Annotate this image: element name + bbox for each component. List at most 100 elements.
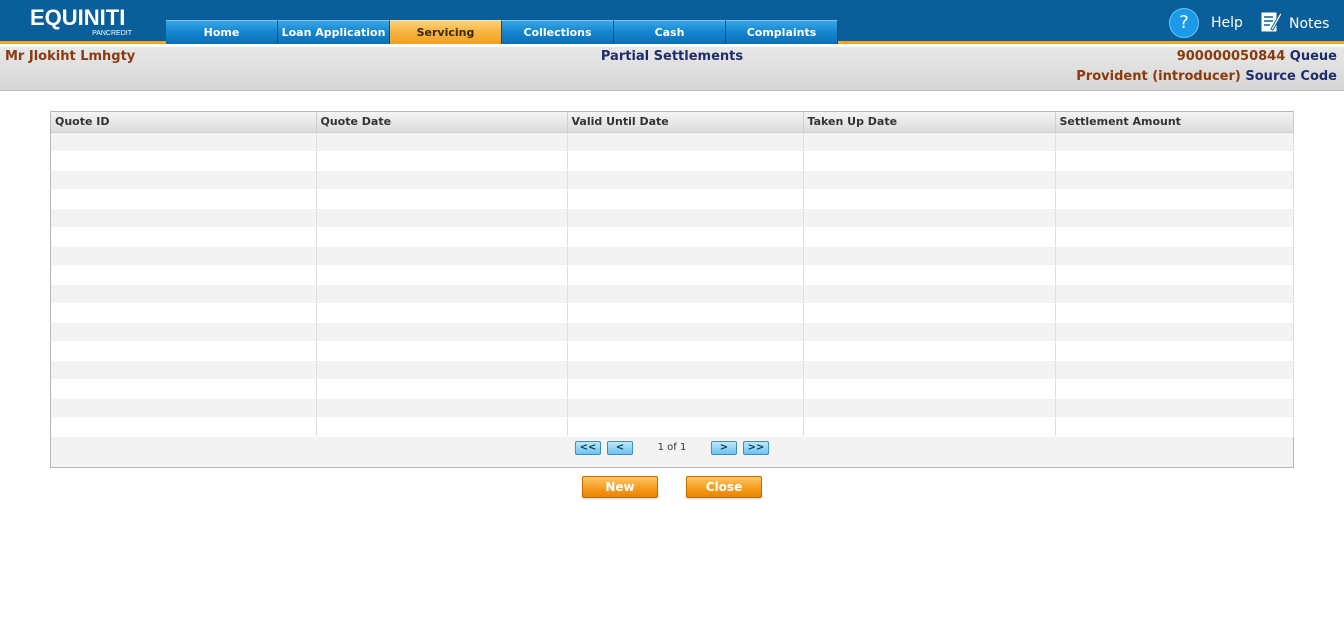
table-cell	[803, 189, 1056, 209]
notes-icon	[1259, 9, 1283, 39]
tab-loan-application[interactable]: Loan Application	[278, 20, 390, 44]
equiniti-logo: EQUINITI PANCREDIT	[30, 6, 140, 40]
table-row[interactable]	[51, 360, 1294, 380]
table-cell	[803, 360, 1056, 380]
column-header-valid-until-date[interactable]: Valid Until Date	[567, 112, 804, 133]
table-cell	[803, 227, 1056, 247]
column-header-settlement-amount[interactable]: Settlement Amount	[1055, 112, 1294, 133]
table-row[interactable]	[51, 246, 1294, 266]
table-header-row: Quote ID Quote Date Valid Until Date Tak…	[51, 112, 1294, 133]
table-cell	[316, 208, 568, 228]
previous-page-button[interactable]: <	[607, 441, 633, 455]
table-cell	[316, 341, 568, 361]
table-cell	[803, 132, 1056, 152]
table-cell	[51, 322, 317, 342]
settlements-grid-panel: Quote ID Quote Date Valid Until Date Tak…	[50, 111, 1294, 468]
help-button[interactable]: ? Help	[1169, 8, 1243, 38]
table-cell	[316, 284, 568, 304]
table-cell	[51, 189, 317, 209]
table-cell	[316, 227, 568, 247]
table-cell	[567, 398, 804, 418]
tab-cash[interactable]: Cash	[614, 20, 726, 44]
table-cell	[567, 360, 804, 380]
table-row[interactable]	[51, 322, 1294, 342]
table-row[interactable]	[51, 208, 1294, 228]
table-row[interactable]	[51, 265, 1294, 285]
table-row[interactable]	[51, 398, 1294, 418]
table-row[interactable]	[51, 227, 1294, 247]
table-cell	[803, 246, 1056, 266]
first-page-button[interactable]: <<	[575, 441, 601, 455]
help-icon: ?	[1169, 8, 1199, 38]
table-cell	[567, 170, 804, 190]
table-cell	[316, 360, 568, 380]
table-cell	[1055, 151, 1294, 171]
table-cell	[1055, 265, 1294, 285]
new-quote-button[interactable]: New Quote	[582, 476, 658, 514]
table-cell	[316, 417, 568, 437]
table-row[interactable]	[51, 132, 1294, 152]
table-cell	[51, 208, 317, 228]
table-cell	[1055, 322, 1294, 342]
table-cell	[803, 170, 1056, 190]
table-cell	[51, 265, 317, 285]
tab-complaints[interactable]: Complaints	[726, 20, 838, 44]
source-label: Source Code	[1245, 69, 1337, 84]
table-cell	[316, 170, 568, 190]
table-row[interactable]	[51, 189, 1294, 209]
tab-home[interactable]: Home	[166, 20, 278, 44]
settlements-table: Quote ID Quote Date Valid Until Date Tak…	[51, 112, 1294, 437]
table-cell	[567, 246, 804, 266]
table-cell	[51, 170, 317, 190]
table-cell	[803, 284, 1056, 304]
table-cell	[1055, 227, 1294, 247]
table-cell	[51, 417, 317, 437]
table-cell	[567, 189, 804, 209]
column-header-quote-date[interactable]: Quote Date	[316, 112, 568, 133]
table-cell	[1055, 379, 1294, 399]
table-cell	[316, 265, 568, 285]
table-row[interactable]	[51, 417, 1294, 437]
tab-collections[interactable]: Collections	[502, 20, 614, 44]
table-row[interactable]	[51, 170, 1294, 190]
table-cell	[1055, 303, 1294, 323]
table-row[interactable]	[51, 151, 1294, 171]
column-header-taken-up-date[interactable]: Taken Up Date	[803, 112, 1056, 133]
table-cell	[1055, 360, 1294, 380]
page-indicator: 1 of 1	[657, 442, 687, 453]
table-cell	[1055, 208, 1294, 228]
table-cell	[567, 265, 804, 285]
table-cell	[1055, 398, 1294, 418]
table-cell	[51, 151, 317, 171]
table-cell	[316, 189, 568, 209]
table-cell	[803, 208, 1056, 228]
table-cell	[567, 322, 804, 342]
table-cell	[567, 379, 804, 399]
table-cell	[316, 398, 568, 418]
table-row[interactable]	[51, 284, 1294, 304]
table-cell	[567, 227, 804, 247]
table-cell	[1055, 417, 1294, 437]
page-title: Partial Settlements	[600, 49, 744, 64]
next-page-button[interactable]: >	[711, 441, 737, 455]
table-cell	[567, 208, 804, 228]
logo-text: EQUINITI	[30, 5, 126, 30]
table-cell	[803, 303, 1056, 323]
source-line: Provident (introducer) Source Code	[1076, 69, 1337, 84]
table-row[interactable]	[51, 341, 1294, 361]
close-button[interactable]: Close	[686, 476, 762, 498]
notes-button[interactable]: Notes	[1259, 9, 1329, 39]
table-cell	[803, 379, 1056, 399]
tab-servicing[interactable]: Servicing	[390, 20, 502, 44]
column-header-quote-id[interactable]: Quote ID	[51, 112, 317, 133]
table-row[interactable]	[51, 303, 1294, 323]
table-cell	[567, 132, 804, 152]
table-cell	[51, 360, 317, 380]
table-row[interactable]	[51, 379, 1294, 399]
table-cell	[567, 284, 804, 304]
table-cell	[803, 341, 1056, 361]
last-page-button[interactable]: >>	[743, 441, 769, 455]
table-cell	[316, 322, 568, 342]
table-cell	[567, 341, 804, 361]
table-cell	[51, 227, 317, 247]
